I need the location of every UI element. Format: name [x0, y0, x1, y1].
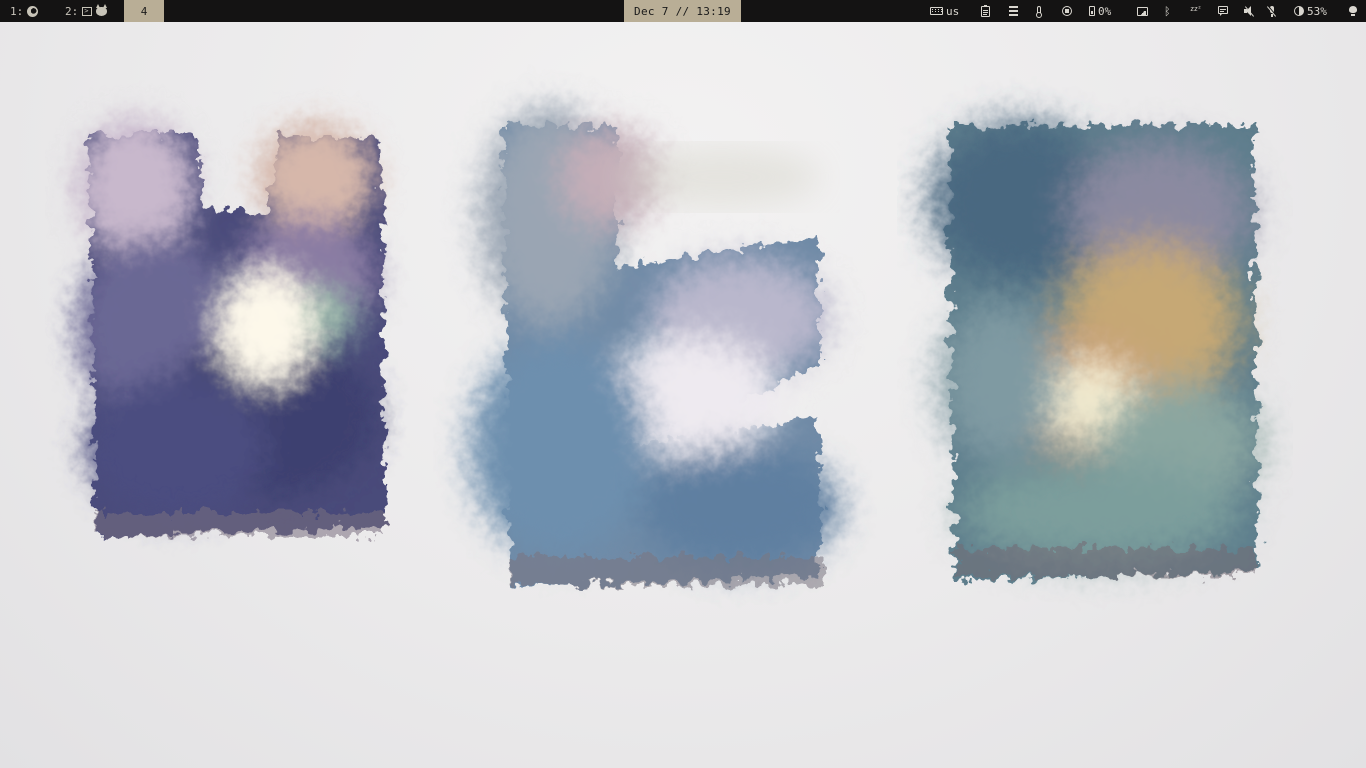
volume-toggle[interactable]: [1244, 0, 1256, 22]
storage-indicator[interactable]: [1009, 0, 1018, 22]
workspace-1-button[interactable]: 1:: [10, 0, 39, 22]
left-paint-panel: [66, 117, 396, 547]
display-indicator[interactable]: [1137, 0, 1148, 22]
clipboard-indicator[interactable]: [981, 0, 990, 22]
sleep-toggle[interactable]: zz²: [1190, 0, 1202, 22]
lightbulb-icon: [1349, 5, 1357, 17]
clock[interactable]: Dec 7 // 13:19: [624, 0, 741, 22]
terminal-icon: >: [82, 6, 93, 16]
memory-usage-text: 0%: [1098, 4, 1112, 18]
keyboard-icon: [930, 7, 943, 15]
workspace-2-label: 2:: [65, 4, 79, 18]
brightness-icon: [1294, 6, 1304, 16]
cat-icon: [96, 3, 108, 16]
volume-muted-icon: [1244, 6, 1256, 17]
workspace-4-button[interactable]: 4: [124, 0, 164, 22]
microphone-muted-icon: [1266, 5, 1277, 17]
clock-text: Dec 7 // 13:19: [634, 4, 731, 18]
cpu-indicator[interactable]: [1062, 0, 1072, 22]
night-light-toggle[interactable]: [1349, 0, 1357, 22]
display-icon: [1137, 6, 1148, 16]
brightness-text: 53%: [1307, 4, 1327, 18]
keyboard-layout-indicator[interactable]: us: [930, 0, 959, 22]
bluetooth-toggle[interactable]: ᛒ: [1164, 0, 1171, 22]
workspace-2-button[interactable]: 2: >: [65, 0, 108, 22]
middle-paint-panel: [470, 107, 850, 597]
bluetooth-icon: ᛒ: [1164, 4, 1171, 18]
workspace-1-label: 1:: [10, 4, 24, 18]
memory-icon: [1089, 6, 1095, 16]
right-paint-panel: [920, 102, 1280, 602]
desktop-wallpaper: [0, 22, 1366, 768]
clipboard-icon: [981, 4, 990, 17]
notifications-toggle[interactable]: [1218, 0, 1228, 22]
workspace-4-label: 4: [140, 4, 148, 18]
top-bar: 1: 2: > 4 Dec 7 // 13:19 us 0% ᛒ zz² 53%: [0, 0, 1366, 22]
storage-icon: [1009, 6, 1018, 16]
temperature-indicator[interactable]: [1036, 0, 1042, 22]
memory-indicator[interactable]: 0%: [1089, 0, 1111, 22]
notifications-icon: [1218, 6, 1228, 16]
brightness-indicator[interactable]: 53%: [1294, 0, 1327, 22]
keyboard-layout-text: us: [946, 4, 960, 18]
firefox-icon: [27, 5, 39, 17]
sleep-icon: zz²: [1190, 5, 1202, 13]
cpu-icon: [1062, 6, 1072, 16]
thermometer-icon: [1036, 5, 1042, 18]
microphone-toggle[interactable]: [1266, 0, 1277, 22]
